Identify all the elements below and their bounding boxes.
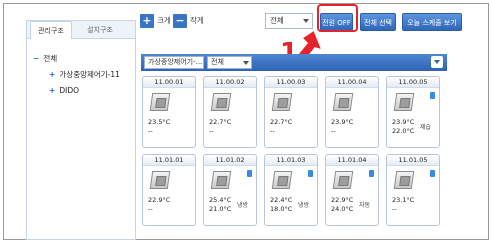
air-conditioner-icon (271, 93, 293, 111)
remote-status-icon (247, 170, 252, 177)
device-card[interactable]: 11.01.04 22.9°C 24.0°C 자동 (325, 154, 379, 226)
operation-mode: 냉방 (298, 202, 310, 209)
operation-mode: 제습 (420, 124, 432, 131)
zoom-in-button[interactable]: + (140, 14, 154, 28)
device-card[interactable]: 11.00.05 23.9°C 22.0°C 제습 (386, 76, 440, 148)
air-conditioner-icon (210, 171, 232, 189)
device-card[interactable]: 11.01.03 22.4°C 18.0°C 냉방 (264, 154, 318, 226)
device-id: 11.01.05 (387, 155, 439, 166)
chevron-down-icon (303, 19, 309, 23)
tab-management-structure[interactable]: 관리구조 (30, 21, 72, 39)
set-temperature: -- (148, 205, 153, 213)
today-schedule-button[interactable]: 오늘 스케쥴 보기 (402, 13, 462, 31)
remote-status-icon (430, 170, 435, 177)
air-conditioner-icon (149, 93, 171, 111)
tree-item-dido[interactable]: + DIDO (33, 83, 120, 99)
group-filter-value: 가상중앙제어기-... (148, 58, 203, 66)
current-temperature: 22.7°C (270, 118, 293, 126)
chevron-down-icon (243, 61, 249, 65)
tree-item-label: 가상중앙제어기-11 (59, 70, 120, 79)
device-card[interactable]: 11.01.05 23.1°C -- (386, 154, 440, 226)
zoom-out-button[interactable]: − (173, 14, 187, 28)
device-card[interactable]: 11.00.01 23.5°C -- (142, 76, 196, 148)
view-filter-select[interactable]: 전체 (265, 13, 313, 29)
set-temperature: 18.0°C (270, 205, 293, 213)
set-temperature: 22.0°C (392, 127, 415, 135)
zoom-in-label: 크게 (157, 16, 171, 25)
device-card[interactable]: 11.01.02 25.4°C 21.0°C 냉방 (203, 154, 257, 226)
air-conditioner-icon (210, 93, 232, 111)
device-grid: 11.00.01 23.5°C -- 11.00.02 22.7°C -- 11.00.03… (141, 76, 447, 240)
current-temperature: 23.9°C (331, 118, 354, 126)
device-card[interactable]: 11.00.02 22.7°C -- (203, 76, 257, 148)
device-tree: − 전체 + 가상중앙제어기-11 + DIDO (33, 51, 120, 99)
select-all-button[interactable]: 전체 선택 (360, 13, 396, 31)
current-temperature: 23.9°C (392, 118, 415, 126)
expand-icon[interactable]: + (49, 83, 57, 99)
set-temperature: 21.0°C (209, 205, 232, 213)
device-id: 11.01.01 (143, 155, 195, 166)
left-panel: 관리구조 설치구조 − 전체 + 가상중앙제어기-11 + DIDO (26, 20, 136, 240)
current-temperature: 23.5°C (148, 118, 171, 126)
remote-status-icon (430, 92, 435, 99)
expand-icon[interactable]: + (49, 67, 57, 83)
operation-mode: 냉방 (237, 202, 249, 209)
device-id: 11.00.01 (143, 77, 195, 88)
device-id: 11.01.03 (265, 155, 317, 166)
view-filter-value: 전체 (270, 16, 284, 25)
device-id: 11.00.02 (204, 77, 256, 88)
set-temperature: -- (148, 127, 153, 135)
current-temperature: 22.7°C (209, 118, 232, 126)
air-conditioner-icon (149, 171, 171, 189)
type-filter-value: 전체 (211, 58, 224, 66)
tree-item-label: DIDO (59, 86, 80, 95)
device-card[interactable]: 11.00.03 22.7°C -- (264, 76, 318, 148)
air-conditioner-icon (393, 93, 415, 111)
current-temperature: 23.1°C (392, 196, 415, 204)
operation-mode: 자동 (359, 202, 371, 209)
structure-tabs: 관리구조 설치구조 (27, 21, 135, 39)
collapse-icon[interactable]: − (33, 51, 41, 67)
current-temperature: 22.4°C (270, 196, 293, 204)
filter-bar: 가상중앙제어기-... 전체 (141, 54, 447, 71)
current-temperature: 22.9°C (331, 196, 354, 204)
remote-status-icon (308, 170, 313, 177)
device-card[interactable]: 11.00.04 23.9°C -- (325, 76, 379, 148)
device-card[interactable]: 11.01.01 22.9°C -- (142, 154, 196, 226)
set-temperature: 24.0°C (331, 205, 354, 213)
air-conditioner-icon (332, 171, 354, 189)
device-id: 11.01.04 (326, 155, 378, 166)
current-temperature: 22.9°C (148, 196, 171, 204)
tab-installation-structure[interactable]: 설치구조 (79, 21, 121, 39)
set-temperature: -- (209, 127, 214, 135)
air-conditioner-icon (332, 93, 354, 111)
tree-item-controller[interactable]: + 가상중앙제어기-11 (33, 67, 120, 83)
tree-item-label: 전체 (43, 54, 58, 63)
device-id: 11.01.02 (204, 155, 256, 166)
air-conditioner-icon (271, 171, 293, 189)
device-id: 11.00.05 (387, 77, 439, 88)
tree-item-all[interactable]: − 전체 (33, 51, 120, 67)
set-temperature: -- (392, 205, 397, 213)
type-filter-select[interactable]: 전체 (207, 56, 252, 69)
current-temperature: 25.4°C (209, 196, 232, 204)
set-temperature: -- (270, 127, 275, 135)
remote-status-icon (369, 170, 374, 177)
zoom-out-label: 작게 (190, 16, 204, 25)
set-temperature: -- (331, 127, 336, 135)
group-filter-select[interactable]: 가상중앙제어기-... (144, 56, 204, 69)
device-id: 11.00.03 (265, 77, 317, 88)
device-id: 11.00.04 (326, 77, 378, 88)
expand-panel-button[interactable] (431, 56, 443, 68)
air-conditioner-icon (393, 171, 415, 189)
